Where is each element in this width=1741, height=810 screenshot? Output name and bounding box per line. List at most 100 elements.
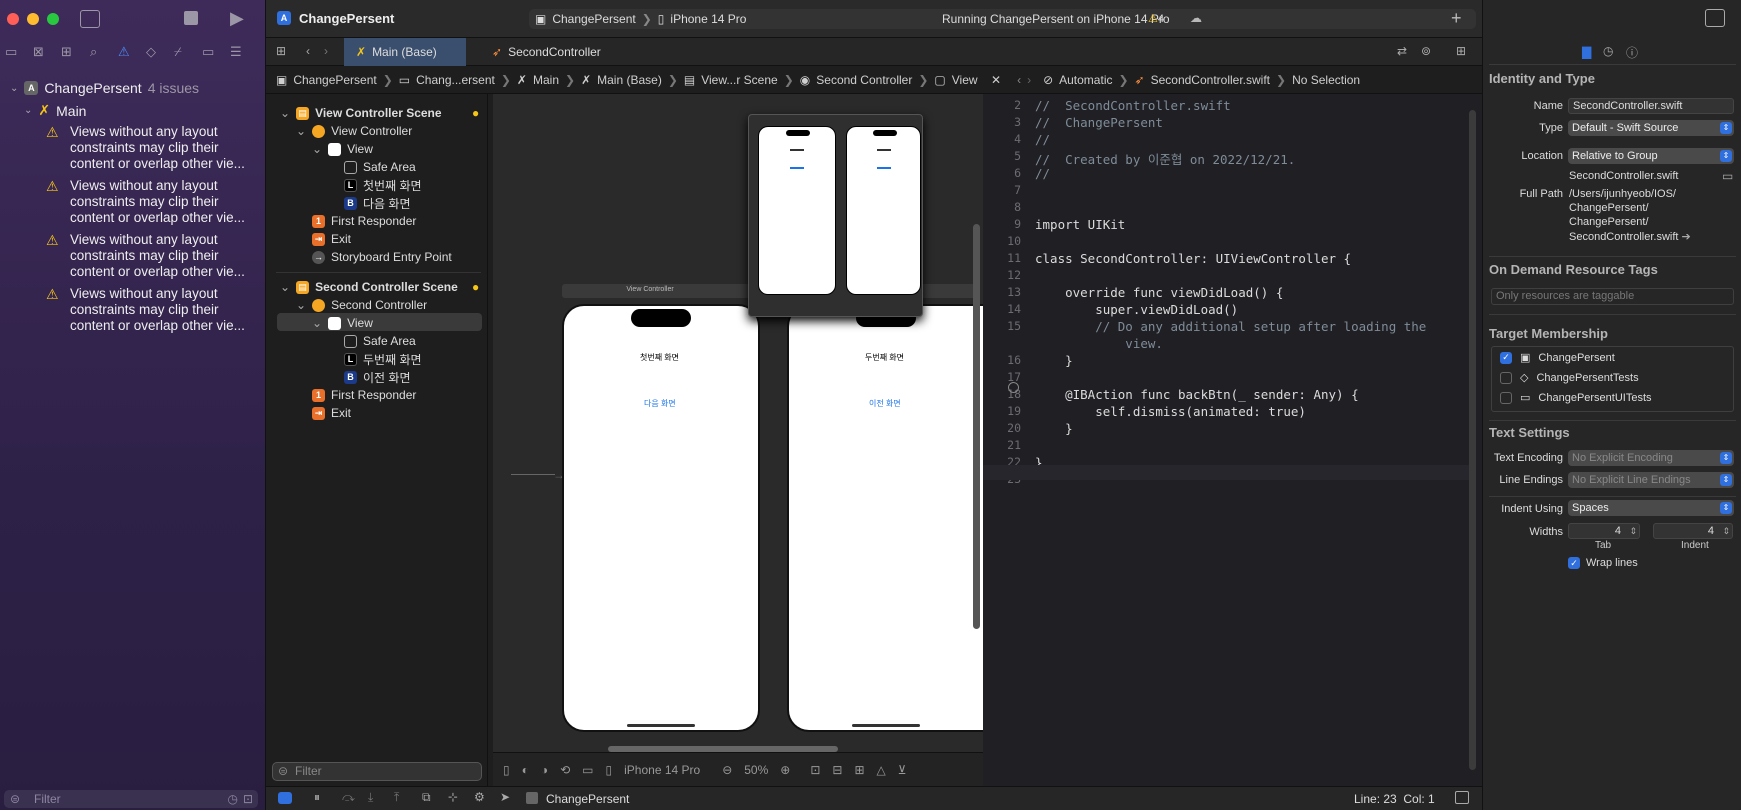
grid-icon[interactable]: ⊞ — [276, 44, 286, 58]
outline-row[interactable]: L 두번째 화면 — [344, 350, 422, 368]
outline-row[interactable]: L 첫번째 화면 — [344, 176, 422, 194]
zoom-out-icon[interactable]: ⊖ — [722, 763, 732, 777]
jump-item[interactable]: Automatic — [1059, 73, 1112, 87]
code-line[interactable]: } — [1035, 353, 1073, 368]
close-window-button[interactable] — [7, 13, 19, 25]
tab-main-base[interactable]: ✗ Main (Base) — [344, 38, 466, 66]
panel-toggle-icon[interactable] — [1455, 791, 1469, 804]
outline-row-selected[interactable]: ⌄ View — [312, 314, 373, 332]
pin-icon[interactable]: ⊞ — [854, 763, 864, 777]
code-line[interactable]: class SecondController: UIViewController… — [1035, 251, 1351, 266]
clock-icon[interactable]: ◷ — [228, 790, 238, 808]
environment-icon[interactable]: ⚙ — [474, 790, 485, 804]
stepper-icon[interactable]: ⇕ — [1722, 524, 1730, 538]
wrap-lines-row[interactable]: ✓ Wrap lines — [1568, 557, 1638, 569]
orientation-icon[interactable]: ⟲ — [560, 763, 570, 777]
debug-navigator-icon[interactable]: ⌿ — [174, 44, 182, 60]
minimap-overlay[interactable] — [748, 114, 923, 317]
refresh-icon[interactable]: ⇄ — [1397, 44, 1407, 58]
target-row[interactable]: ✓ ▣ ChangePersent — [1500, 351, 1615, 364]
jump-item[interactable]: Main — [533, 73, 559, 87]
checkbox-checked[interactable]: ✓ — [1500, 351, 1512, 364]
memory-graph-icon[interactable]: ⊹ — [448, 790, 458, 804]
outline-row[interactable]: 1 First Responder — [312, 212, 416, 230]
outlet-connection-icon[interactable] — [1008, 382, 1019, 393]
stop-button[interactable] — [184, 11, 198, 25]
phone-frame-second[interactable]: 두번째 화면 이전 화면 — [787, 304, 983, 732]
step-in-icon[interactable]: ⤓ — [368, 790, 373, 805]
checkbox-unchecked[interactable] — [1500, 371, 1512, 384]
issue-item[interactable]: ⚠ Views without any layout constraints ma… — [46, 178, 256, 226]
code-editor[interactable]: 2 // SecondController.swift 3 // ChangePers… — [983, 94, 1482, 786]
jump-item[interactable]: View — [952, 73, 978, 87]
inspector-toggle-icon[interactable] — [1705, 9, 1725, 27]
back-screen-button[interactable]: 이전 화면 — [869, 398, 901, 409]
run-button[interactable]: ▶ — [230, 8, 244, 29]
issue-item[interactable]: ⚠ Views without any layout constraints ma… — [46, 232, 256, 280]
outline-row[interactable]: → Storyboard Entry Point — [312, 248, 452, 266]
issue-group-row[interactable]: ⌄ ✗ Main — [24, 102, 86, 119]
outline-row[interactable]: ⌄ ▤ Second Controller Scene ● — [280, 278, 479, 296]
line-endings-select[interactable]: No Explicit Line Endings ⇕ — [1568, 472, 1734, 488]
stepper-icon[interactable]: ⇕ — [1629, 524, 1637, 538]
minimize-window-button[interactable] — [27, 13, 39, 25]
code-line[interactable]: @IBAction func backBtn(_ sender: Any) { — [1035, 387, 1359, 402]
name-field[interactable]: SecondController.swift — [1568, 98, 1734, 114]
back-arrow-icon[interactable]: ‹ — [1017, 73, 1021, 87]
step-over-icon[interactable]: ⤼ — [342, 790, 355, 805]
file-inspector-icon[interactable]: ▇ — [1582, 45, 1591, 59]
first-screen-label[interactable]: 첫번째 화면 — [640, 352, 679, 363]
code-line[interactable]: // — [1035, 166, 1050, 181]
outline-filter-input[interactable]: ⊜ Filter — [272, 762, 482, 781]
back-arrow-icon[interactable]: ‹ — [306, 44, 310, 58]
code-line[interactable]: // ChangePersent — [1035, 115, 1163, 130]
code-line[interactable]: } — [1035, 421, 1073, 436]
outline-row[interactable]: B 다음 화면 — [344, 194, 411, 212]
code-line[interactable]: // SecondController.swift — [1035, 98, 1231, 113]
checkbox-unchecked[interactable] — [1500, 391, 1512, 404]
jump-item[interactable]: Second Controller — [816, 73, 912, 87]
device-config-button[interactable]: iPhone 14 Pro — [624, 763, 700, 777]
indent-using-select[interactable]: Spaces ⇕ — [1568, 500, 1734, 516]
outline-row[interactable]: 1 First Responder — [312, 386, 416, 404]
breakpoint-navigator-icon[interactable]: ▭ — [202, 44, 214, 60]
target-row[interactable]: ◇ ChangePersentTests — [1500, 371, 1639, 384]
size-class-icon[interactable]: ▭ — [582, 763, 593, 777]
jump-item[interactable]: Chang...ersent — [416, 73, 495, 87]
code-line[interactable]: view. — [1035, 336, 1163, 351]
test-navigator-icon[interactable]: ◇ — [146, 44, 156, 60]
source-control-icon[interactable]: ⊠ — [33, 44, 44, 60]
checkbox-checked[interactable]: ✓ — [1568, 557, 1580, 569]
outline-row[interactable]: ⌄ View — [312, 140, 373, 158]
embed-icon[interactable]: ⊻ — [898, 763, 907, 777]
debug-area-toggle-icon[interactable] — [278, 792, 292, 804]
forward-arrow-icon[interactable]: › — [1027, 73, 1031, 87]
zoom-in-icon[interactable]: ⊕ — [780, 763, 790, 777]
issue-filter-input[interactable]: ⊜ Filter ◷ ⊡ — [4, 790, 258, 808]
issue-navigator-icon[interactable]: ⚠ — [118, 44, 130, 60]
outline-row[interactable]: ⌄ ▤ View Controller Scene ● — [280, 104, 479, 122]
zoom-level[interactable]: 50% — [744, 763, 768, 777]
storyboard-canvas[interactable]: → View Controller 첫번째 화면 다음 화면 두번째 화면 이전… — [493, 94, 983, 752]
reveal-arrow-icon[interactable]: ➔ — [1682, 231, 1691, 243]
tab-second-controller[interactable]: ➶ SecondController — [480, 38, 613, 66]
history-inspector-icon[interactable]: ◷ — [1603, 44, 1613, 58]
issue-item[interactable]: ⚠ Views without any layout constraints ma… — [46, 124, 256, 172]
next-screen-button[interactable]: 다음 화면 — [644, 398, 676, 409]
debug-target[interactable]: ChangePersent — [546, 792, 629, 806]
folder-icon[interactable]: ▭ — [1722, 169, 1733, 183]
jump-item[interactable]: No Selection — [1292, 73, 1360, 87]
issue-item[interactable]: ⚠ Views without any layout constraints ma… — [46, 286, 256, 334]
issue-project-row[interactable]: ⌄ A ChangePersent 4 issues — [10, 80, 199, 96]
code-line[interactable]: self.dismiss(animated: true) — [1035, 404, 1306, 419]
jump-item[interactable]: ChangePersent — [293, 73, 376, 87]
outline-row[interactable]: Safe Area — [344, 332, 416, 350]
jump-item[interactable]: View...r Scene — [701, 73, 778, 87]
add-editor-icon[interactable]: ⊞ — [1456, 44, 1466, 58]
target-row[interactable]: ▭ ChangePersentUITests — [1500, 391, 1652, 404]
outline-toggle-icon[interactable]: ▯ — [503, 763, 510, 777]
forward-arrow-icon[interactable]: › — [324, 44, 328, 58]
second-screen-label[interactable]: 두번째 화면 — [865, 352, 904, 363]
jump-item[interactable]: SecondController.swift — [1151, 73, 1270, 87]
warning-dot-icon[interactable]: ● — [472, 106, 479, 120]
